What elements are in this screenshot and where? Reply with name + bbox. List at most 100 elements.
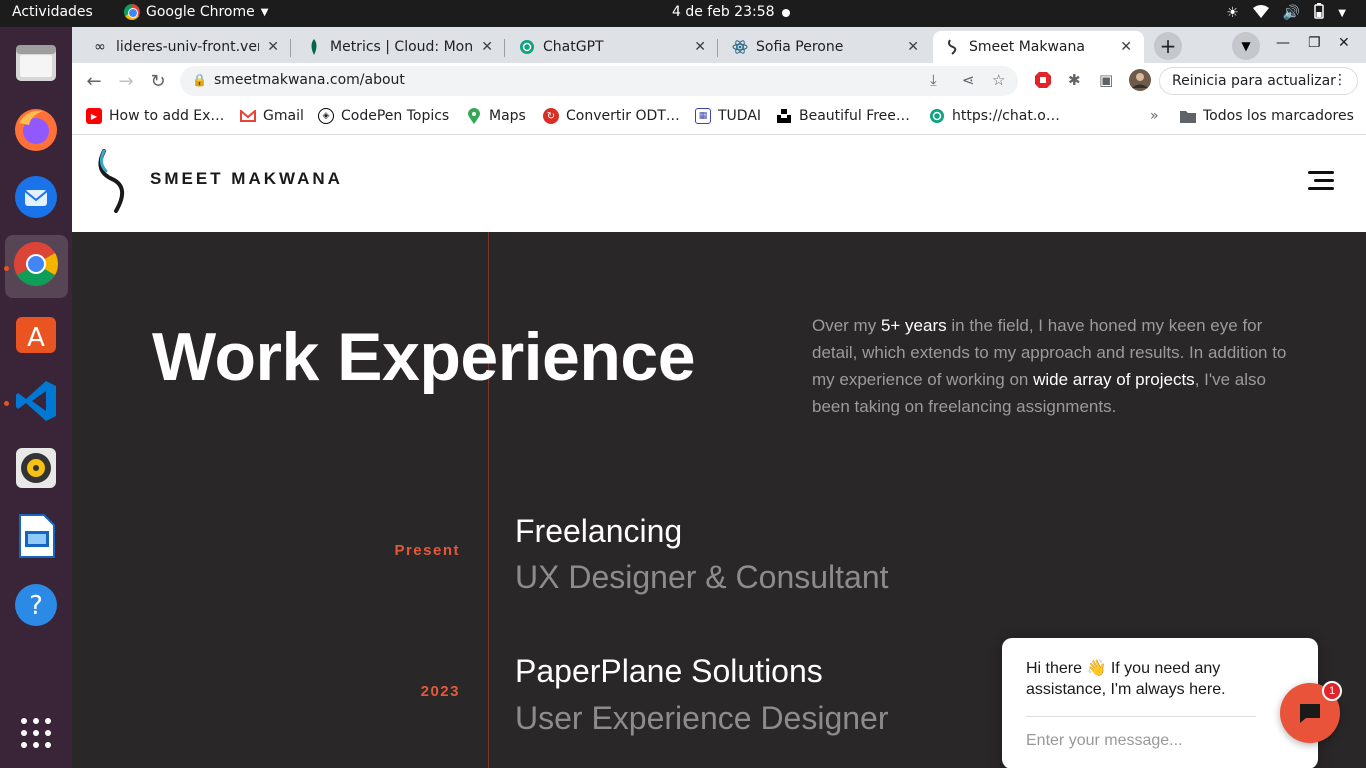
forward-button[interactable]: → bbox=[114, 69, 138, 93]
bookmark-chat[interactable]: https://chat.o… bbox=[929, 108, 1060, 124]
dock-impress[interactable] bbox=[12, 512, 60, 560]
site-brand[interactable]: SMEET MAKWANA bbox=[150, 169, 343, 189]
folder-icon bbox=[1180, 108, 1196, 124]
minimize-button[interactable]: — bbox=[1276, 35, 1290, 51]
close-tab-icon[interactable]: ✕ bbox=[1120, 39, 1132, 55]
app-name: Google Chrome bbox=[146, 4, 255, 20]
unsplash-icon bbox=[776, 108, 792, 124]
running-indicator bbox=[4, 266, 9, 271]
dock-rhythmbox[interactable] bbox=[12, 444, 60, 492]
close-window-button[interactable]: ✕ bbox=[1338, 35, 1350, 51]
web-page: SMEET MAKWANA Work Experience Over my 5+… bbox=[72, 135, 1366, 768]
dock-firefox[interactable] bbox=[12, 106, 60, 154]
app-menu[interactable]: Google Chrome ▼ bbox=[124, 4, 268, 20]
back-button[interactable]: ← bbox=[82, 69, 106, 93]
reload-icon: ↻ bbox=[150, 70, 166, 92]
bookmark-label: Todos los marcadores bbox=[1203, 108, 1354, 124]
site-logo-icon[interactable] bbox=[96, 149, 136, 217]
tab-title: Sofia Perone bbox=[756, 39, 844, 55]
vscode-icon bbox=[16, 381, 56, 421]
tab-search-button[interactable]: ▼ bbox=[1232, 32, 1260, 60]
close-tab-icon[interactable]: ✕ bbox=[481, 39, 493, 55]
tab-lideres[interactable]: ∞ lideres-univ-front.vercel ✕ bbox=[80, 31, 291, 63]
bookmark-gmail[interactable]: Gmail bbox=[240, 108, 304, 124]
adblock-icon[interactable] bbox=[1034, 71, 1052, 93]
address-bar[interactable]: 🔒 smeetmakwana.com/about ⤓ ⋖ ☆ bbox=[180, 66, 1018, 96]
files-icon bbox=[16, 45, 56, 81]
star-icon[interactable]: ☆ bbox=[992, 71, 1005, 89]
dock-help[interactable]: ? bbox=[12, 581, 60, 629]
dock-chrome[interactable] bbox=[12, 240, 60, 288]
dock-thunderbird[interactable] bbox=[12, 173, 60, 221]
chat-message-input[interactable]: Enter your message... bbox=[1026, 732, 1183, 750]
share-icon[interactable]: ⋖ bbox=[962, 71, 975, 89]
system-tray[interactable]: ☀ 🔊 ▼ bbox=[1226, 3, 1346, 23]
install-app-icon[interactable]: ⤓ bbox=[930, 71, 937, 89]
chat-launcher-button[interactable]: 1 bbox=[1280, 681, 1342, 743]
chatgpt-icon bbox=[519, 39, 535, 55]
dock-software[interactable]: A bbox=[12, 310, 60, 358]
chevron-down-icon: ▼ bbox=[1241, 39, 1251, 53]
update-button[interactable]: Reinicia para actualizar ⋮ bbox=[1159, 67, 1358, 95]
codepen-icon: ◈ bbox=[318, 108, 334, 124]
bookmark-maps[interactable]: Maps bbox=[466, 108, 526, 124]
close-tab-icon[interactable]: ✕ bbox=[694, 39, 706, 55]
bookmark-label: TUDAI bbox=[718, 108, 762, 124]
dock-files[interactable] bbox=[12, 39, 60, 87]
chat-divider bbox=[1026, 716, 1256, 717]
new-tab-button[interactable]: + bbox=[1154, 32, 1182, 60]
tab-sofia-perone[interactable]: Sofia Perone ✕ bbox=[720, 31, 931, 63]
mongodb-icon bbox=[306, 39, 322, 55]
arrow-left-icon: ← bbox=[86, 70, 102, 92]
browser-toolbar: ← → ↻ 🔒 smeetmakwana.com/about ⤓ ⋖ ☆ ✱ ▣… bbox=[72, 63, 1366, 99]
dock-show-apps[interactable] bbox=[12, 709, 60, 757]
running-indicator bbox=[4, 401, 9, 406]
experience-role: User Experience Designer bbox=[515, 700, 889, 736]
bookmark-youtube[interactable]: ▶ How to add Ex… bbox=[86, 108, 224, 124]
side-panel-icon[interactable]: ▣ bbox=[1099, 71, 1113, 89]
chrome-window: ∞ lideres-univ-front.vercel ✕ Metrics | … bbox=[72, 27, 1366, 768]
dock-vscode[interactable] bbox=[12, 377, 60, 425]
close-tab-icon[interactable]: ✕ bbox=[907, 39, 919, 55]
experience-company: Freelancing bbox=[515, 513, 683, 549]
hamburger-menu-icon[interactable] bbox=[1308, 171, 1334, 191]
page-title: Work Experience bbox=[152, 319, 696, 395]
tab-smeet-makwana[interactable]: Smeet Makwana ✕ bbox=[933, 31, 1144, 63]
bookmark-codepen[interactable]: ◈ CodePen Topics bbox=[318, 108, 449, 124]
experience-year: 2023 bbox=[420, 683, 460, 700]
extensions-icon[interactable]: ✱ bbox=[1068, 71, 1081, 89]
maps-icon bbox=[466, 108, 482, 124]
tab-title: Smeet Makwana bbox=[969, 39, 1085, 55]
app-grid-icon bbox=[21, 718, 51, 748]
url-text: smeetmakwana.com/about bbox=[214, 72, 405, 88]
all-bookmarks[interactable]: Todos los marcadores bbox=[1180, 108, 1354, 124]
notification-badge: 1 bbox=[1322, 681, 1342, 701]
bookmark-label: Gmail bbox=[263, 108, 304, 124]
svg-text:?: ? bbox=[29, 591, 43, 621]
maximize-button[interactable]: ❐ bbox=[1308, 35, 1321, 51]
bookmarks-overflow-icon[interactable]: » bbox=[1150, 108, 1159, 124]
chrome-icon bbox=[124, 4, 140, 20]
chatgpt-icon bbox=[929, 108, 945, 124]
help-icon: ? bbox=[15, 584, 57, 626]
bookmark-unsplash[interactable]: Beautiful Free… bbox=[776, 108, 910, 124]
avatar[interactable] bbox=[1129, 69, 1151, 95]
tab-title: ChatGPT bbox=[543, 39, 604, 55]
bookmark-convertir[interactable]: ↻ Convertir ODT… bbox=[543, 108, 680, 124]
timeline-line bbox=[488, 232, 489, 768]
chat-icon bbox=[1300, 704, 1320, 723]
tab-chatgpt[interactable]: ChatGPT ✕ bbox=[507, 31, 718, 63]
notification-dot bbox=[782, 9, 790, 17]
tab-mongodb[interactable]: Metrics | Cloud: MongoDB ✕ bbox=[294, 31, 505, 63]
reload-button[interactable]: ↻ bbox=[146, 69, 170, 93]
activities-button[interactable]: Actividades bbox=[12, 4, 93, 20]
tab-title: Metrics | Cloud: MongoDB bbox=[330, 39, 474, 55]
battery-icon bbox=[1314, 3, 1325, 23]
clock[interactable]: 4 de feb 23:58 bbox=[672, 4, 775, 20]
bookmark-label: How to add Ex… bbox=[109, 108, 225, 124]
libreoffice-impress-icon bbox=[19, 514, 55, 558]
close-tab-icon[interactable]: ✕ bbox=[267, 39, 279, 55]
bookmark-tudai[interactable]: ▦ TUDAI bbox=[695, 108, 761, 124]
bookmark-label: Maps bbox=[489, 108, 526, 124]
chrome-icon bbox=[14, 242, 58, 286]
